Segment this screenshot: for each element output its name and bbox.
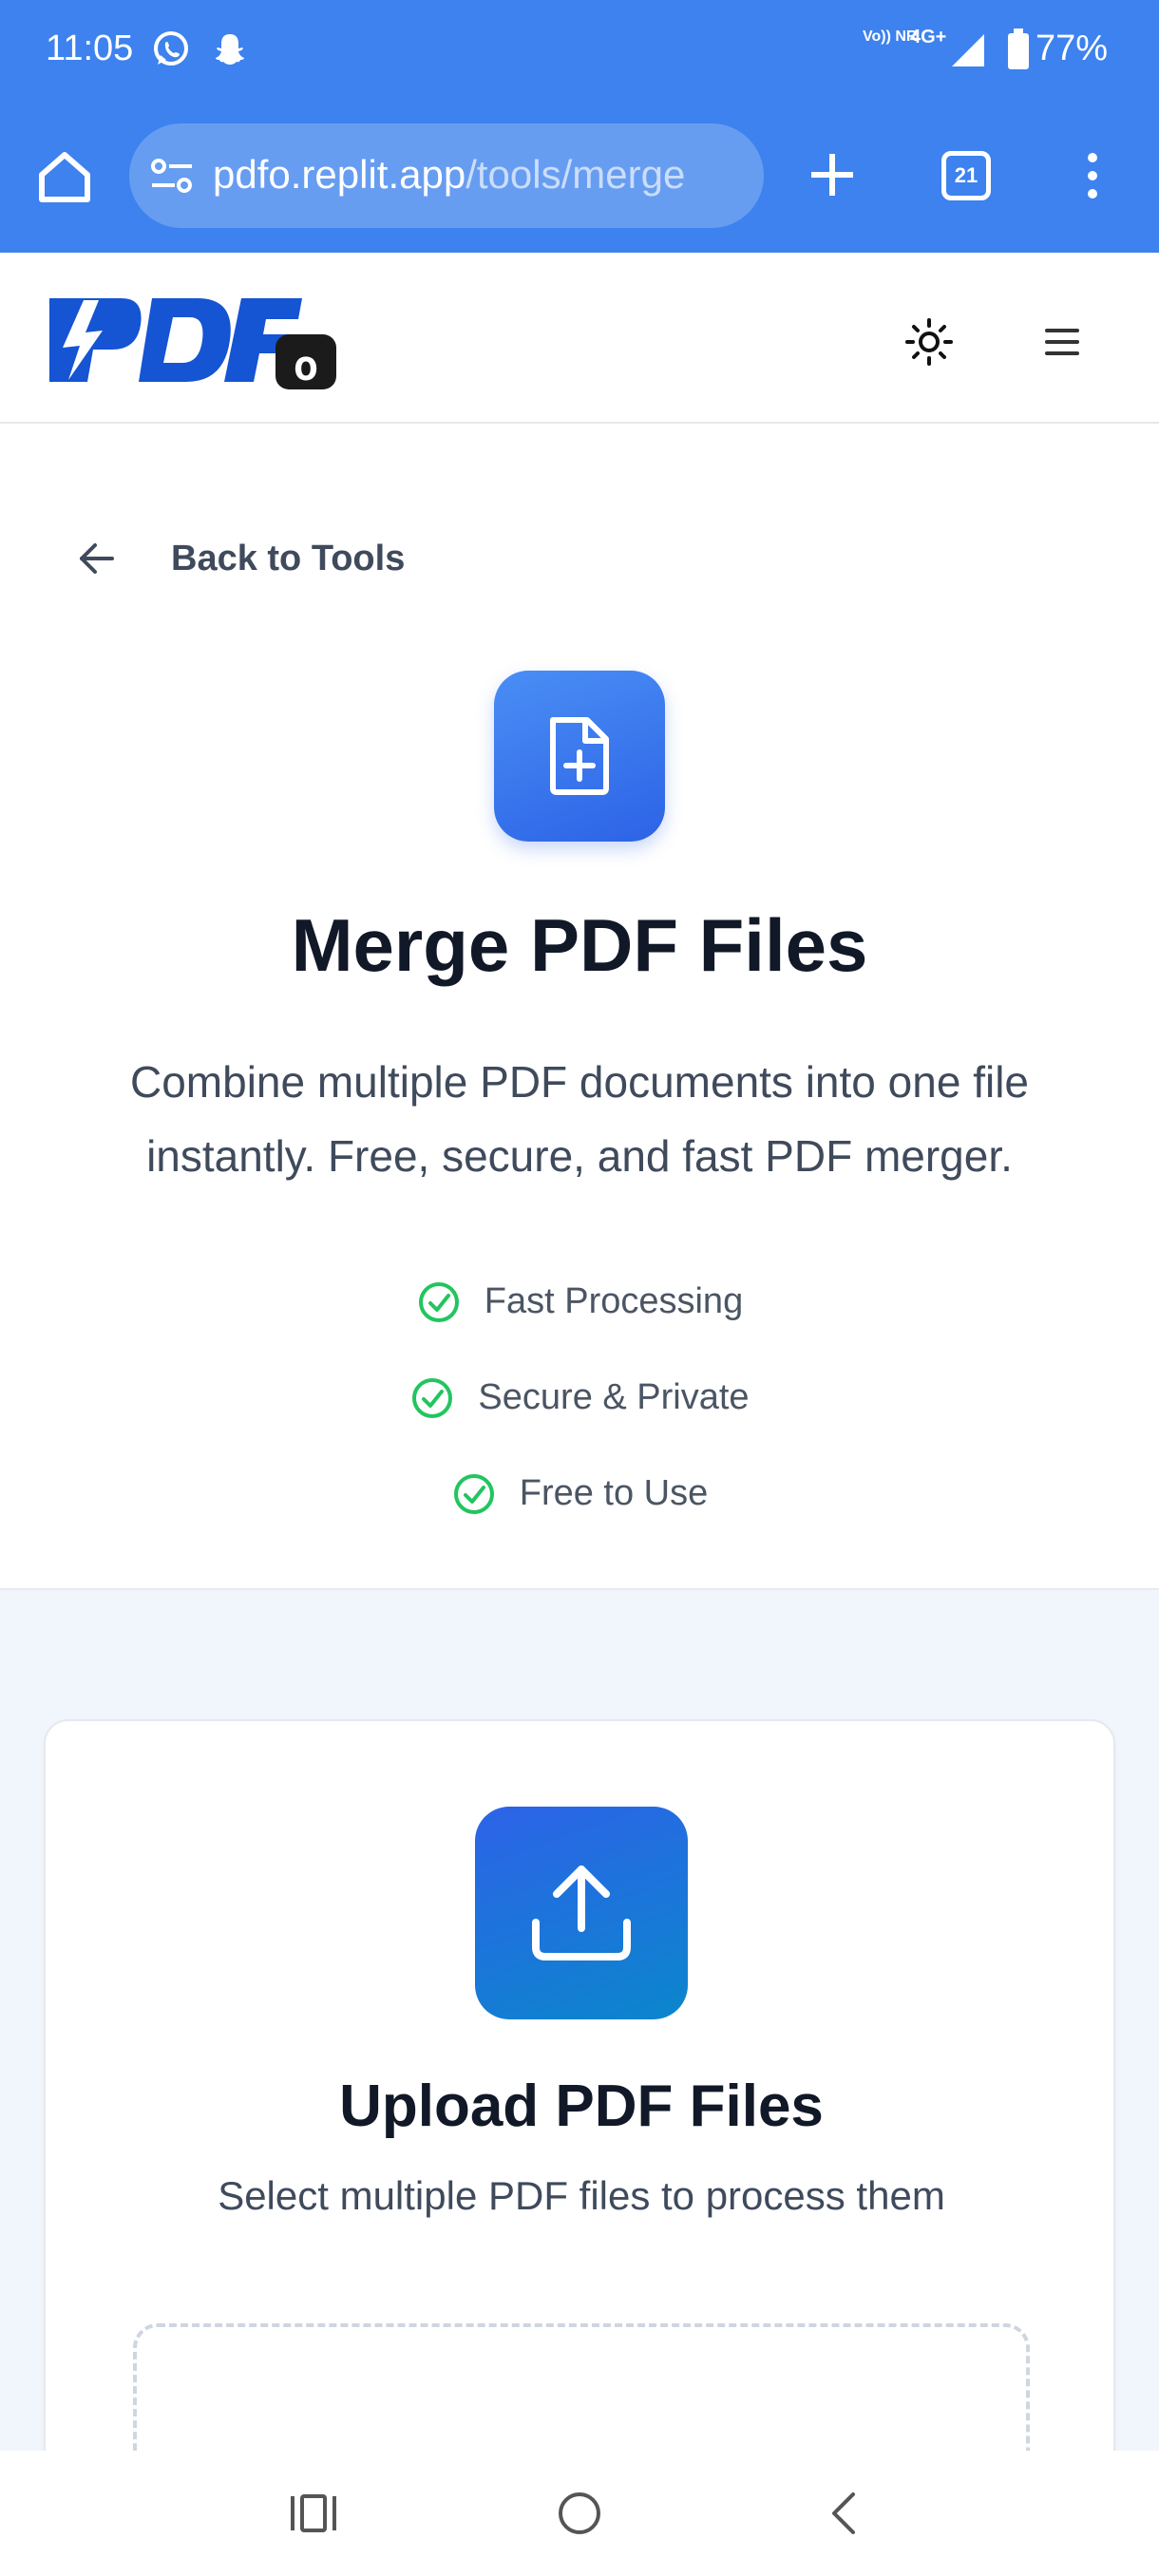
feature-item: Fast Processing <box>0 1254 1159 1350</box>
snapchat-icon <box>216 34 244 65</box>
plus-icon[interactable] <box>809 152 855 198</box>
check-circle-icon <box>418 1281 459 1322</box>
upload-card: Upload PDF Files Select multiple PDF fil… <box>44 1719 1115 2576</box>
upload-icon <box>532 1866 631 1960</box>
check-circle-icon <box>453 1473 494 1514</box>
back-to-tools-link[interactable]: Back to Tools <box>70 530 405 587</box>
page-subtitle: Combine multiple PDF documents into one … <box>129 1057 1029 1181</box>
recents-icon[interactable] <box>283 2483 344 2544</box>
hamburger-icon[interactable] <box>1036 315 1089 369</box>
tab-switcher-icon[interactable]: 21 <box>941 151 991 200</box>
upload-title: Upload PDF Files <box>339 2074 824 2139</box>
system-nav-bar <box>0 2451 1159 2576</box>
page-title: Merge PDF Files <box>291 903 868 987</box>
url-host: pdfo.replit.app <box>213 152 466 197</box>
chevron-left-icon[interactable] <box>815 2483 876 2544</box>
feature-list: Fast Processing Secure & Private Free to… <box>0 1254 1159 1542</box>
site-header: o <box>0 253 1159 424</box>
home-circle-icon[interactable] <box>549 2483 610 2544</box>
feature-label: Secure & Private <box>478 1377 750 1417</box>
upload-subtitle: Select multiple PDF files to process the… <box>218 2173 945 2218</box>
feature-label: Fast Processing <box>484 1281 744 1321</box>
signal-type: 4G+ <box>910 27 947 47</box>
more-vert-icon[interactable] <box>1083 152 1102 199</box>
browser-chrome: 11:05 Vo)) NR 4G+ 77% pdfo.replit.app/to… <box>0 0 1159 253</box>
whatsapp-icon <box>154 31 188 66</box>
merge-tool-badge <box>494 671 665 842</box>
sun-icon[interactable] <box>902 315 956 369</box>
file-plus-icon <box>550 717 609 795</box>
feature-label: Free to Use <box>519 1473 709 1513</box>
feature-item: Secure & Private <box>0 1350 1159 1446</box>
upload-section: Upload PDF Files Select multiple PDF fil… <box>0 1588 1159 2576</box>
upload-badge <box>475 1807 688 2019</box>
check-circle-icon <box>412 1377 453 1418</box>
url-path: /tools/merge <box>466 152 686 197</box>
svg-text:o: o <box>294 342 319 390</box>
battery-percent: 77% <box>1036 28 1109 68</box>
network-type: Vo)) NR <box>863 28 918 45</box>
feature-item: Free to Use <box>0 1446 1159 1542</box>
arrow-left-icon <box>80 543 114 574</box>
signal-icon <box>952 34 984 66</box>
url-text[interactable]: pdfo.replit.app/tools/merge <box>213 152 745 198</box>
home-icon[interactable] <box>36 150 93 203</box>
address-bar[interactable]: pdfo.replit.app/tools/merge <box>129 123 764 228</box>
status-bar: 11:05 Vo)) NR 4G+ 77% <box>0 0 1159 103</box>
status-time: 11:05 <box>46 28 134 68</box>
battery-icon <box>1008 28 1029 69</box>
site-logo[interactable]: o <box>46 291 340 395</box>
back-to-tools-label: Back to Tools <box>171 538 406 578</box>
tune-icon[interactable] <box>150 156 194 196</box>
